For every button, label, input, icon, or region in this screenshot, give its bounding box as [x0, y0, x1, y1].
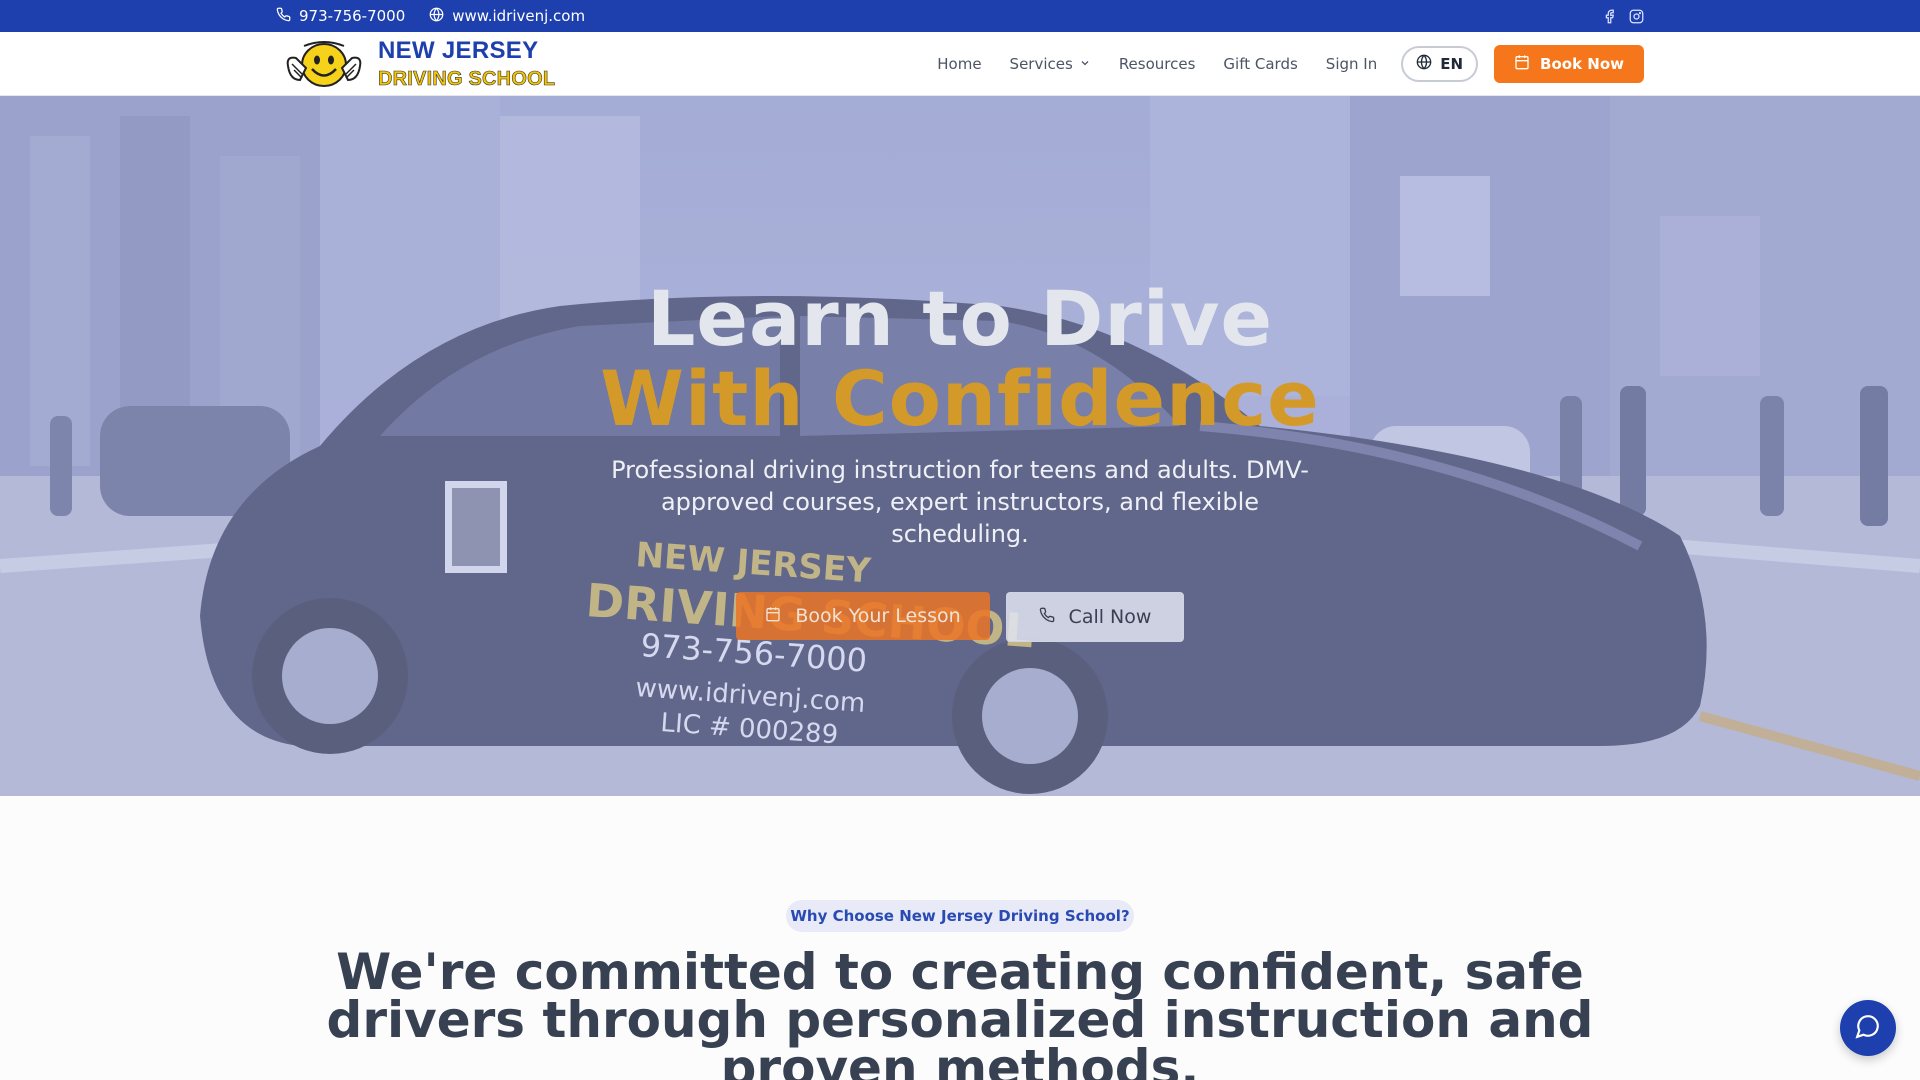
nav-resources[interactable]: Resources: [1119, 55, 1196, 73]
logo-line-2: DRIVING SCHOOL: [378, 68, 556, 90]
main-nav: Home Services Resources Gift Cards Sign …: [909, 45, 1644, 83]
call-now-button[interactable]: Call Now: [1006, 592, 1184, 642]
top-phone-text: 973-756-7000: [299, 7, 406, 25]
chat-widget-button[interactable]: [1840, 1000, 1896, 1056]
chevron-down-icon: [1079, 55, 1091, 73]
instagram-icon[interactable]: [1629, 9, 1644, 24]
hero-section: NEW JERSEY DRIVING SCHOOL 973-756-7000 w…: [0, 96, 1920, 796]
calendar-icon: [765, 605, 781, 627]
book-lesson-button[interactable]: Book Your Lesson: [736, 592, 990, 640]
nav-gift-cards[interactable]: Gift Cards: [1223, 55, 1297, 73]
top-contact-bar: 973-756-7000 www.idrivenj.com: [0, 0, 1920, 32]
top-phone[interactable]: 973-756-7000: [276, 7, 405, 26]
why-badge: Why Choose New Jersey Driving School?: [786, 900, 1134, 932]
nav-services[interactable]: Services: [1010, 55, 1091, 73]
why-choose-section: Why Choose New Jersey Driving School? We…: [0, 796, 1920, 1080]
book-now-label: Book Now: [1540, 55, 1624, 73]
chat-bubble-icon: [1855, 1013, 1881, 1043]
book-now-button[interactable]: Book Now: [1494, 45, 1644, 83]
phone-icon: [1039, 606, 1055, 628]
globe-icon: [429, 7, 444, 26]
phone-icon: [276, 7, 291, 26]
language-switcher[interactable]: EN: [1401, 46, 1479, 82]
hero-title-line-2: With Confidence: [600, 354, 1320, 443]
facebook-icon[interactable]: [1602, 9, 1617, 24]
hero-title-line-1: Learn to Drive: [646, 274, 1273, 363]
hero-overlay: [0, 96, 1920, 796]
book-lesson-label: Book Your Lesson: [795, 605, 961, 627]
nav-services-label: Services: [1009, 55, 1073, 73]
main-header: NEW JERSEY DRIVING SCHOOL Home Services …: [0, 32, 1920, 96]
hero-subtitle: Professional driving instruction for tee…: [611, 456, 1309, 548]
call-now-label: Call Now: [1068, 606, 1152, 628]
nav-home[interactable]: Home: [937, 55, 981, 73]
nav-sign-in[interactable]: Sign In: [1326, 55, 1377, 73]
top-website-text: www.idrivenj.com: [452, 7, 586, 25]
smiley-logo-icon: [282, 36, 366, 92]
calendar-icon: [1514, 54, 1530, 74]
why-heading: We're committed to creating confident, s…: [326, 943, 1594, 1080]
globe-icon: [1416, 54, 1432, 74]
language-label: EN: [1440, 55, 1464, 73]
site-logo[interactable]: NEW JERSEY DRIVING SCHOOL: [282, 36, 555, 92]
logo-line-1: NEW JERSEY: [378, 37, 539, 64]
top-website[interactable]: www.idrivenj.com: [429, 7, 585, 26]
